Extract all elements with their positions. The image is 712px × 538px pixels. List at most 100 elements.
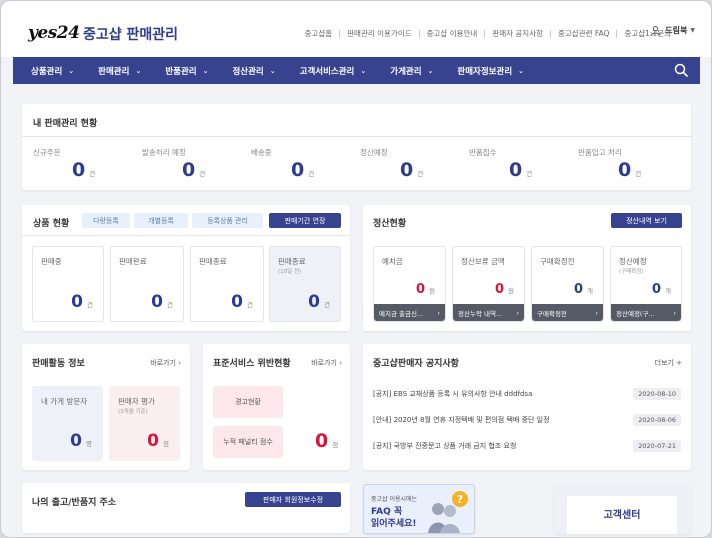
penalty-unit: 점 [332, 441, 339, 449]
shipping-address-panel: 나의 출고/반품지 주소 판매자 회원정보수정 [22, 483, 350, 533]
card-value: 0 [147, 431, 160, 451]
section-title: 중고샵판매자 공지사항 [373, 359, 459, 369]
seller-rating-card[interactable]: 판매자 평가 (3개월 기준) 0점 [109, 386, 180, 461]
card-value: 0 [415, 282, 426, 297]
stat-value: 0 [400, 159, 414, 181]
card-value: 0 [494, 282, 505, 297]
stat-label: 반품입고 처리 [578, 148, 622, 157]
chevron-right-icon: › [516, 308, 519, 317]
edit-seller-info-button[interactable]: 판매자 회원정보수정 [245, 492, 341, 507]
manage-products-button[interactable]: 등록상품 관리 [192, 213, 263, 228]
page-title[interactable]: 중고샵 판매관리 [83, 24, 178, 44]
nav-item-sales[interactable]: 판매관리 ⌄ [98, 65, 141, 77]
card-unit: 건 [247, 301, 253, 309]
nav-label: 판매자정보관리 [457, 66, 513, 77]
yes24-logo[interactable]: yes24 [28, 23, 80, 43]
pre-confirm-link[interactable]: 구매확정전 › [532, 304, 603, 321]
single-register-button[interactable]: 개별등록 [134, 213, 188, 228]
view-settlement-button[interactable]: 정산내역 보기 [611, 213, 682, 228]
product-card-ended[interactable]: 판매종료 0건 [190, 246, 264, 322]
nav-label: 고객서비스관리 [299, 66, 355, 77]
chevron-down-icon: ⌄ [135, 66, 142, 75]
bar-label: 구매확정전 [537, 309, 567, 318]
chevron-right-icon: › [595, 308, 598, 317]
notice-item[interactable]: [공지] EBS 교재상품 등록 시 유의사항 안내 dddfdsa 2020-0… [373, 388, 681, 400]
activity-shortcut-link[interactable]: 바로가기 › [150, 358, 181, 368]
nav-item-store[interactable]: 가게관리 ⌄ [390, 65, 433, 77]
stat-new-orders[interactable]: 0건 [72, 159, 95, 181]
faq-illustration-icon: ? [428, 491, 468, 533]
stat-unit: 건 [199, 170, 206, 178]
stat-in-delivery[interactable]: 0건 [291, 159, 314, 181]
section-title: 내 판매관리 현황 [33, 119, 98, 129]
card-label: 판매종료 [278, 257, 306, 266]
settlement-card-deposit[interactable]: 예치금 0원 예치금 출금신... › [373, 246, 446, 322]
card-sublabel: (10일 전) [278, 269, 302, 275]
card-label: 판매종료 [199, 257, 227, 266]
util-link-home[interactable]: 중고샵홈 [305, 28, 333, 39]
nav-label: 반품관리 [165, 66, 197, 77]
stat-shipping-scheduled[interactable]: 0건 [182, 159, 205, 181]
bulk-register-button[interactable]: 다량등록 [82, 213, 130, 228]
product-card-ending-soon[interactable]: 판매종료 (10일 전) 0건 [269, 246, 341, 322]
stat-label: 신규주문 [33, 148, 61, 157]
stat-label: 배송중 [251, 148, 272, 157]
product-card-on-sale[interactable]: 판매중 0건 [32, 246, 104, 322]
chevron-down-icon: ⌄ [68, 66, 75, 75]
search-icon[interactable] [674, 63, 688, 77]
customer-center-panel: 고객센터 [554, 484, 691, 534]
card-unit: 건 [167, 301, 173, 309]
main-nav: 상품관리 ⌄ 판매관리 ⌄ 반품관리 ⌄ 정산관리 ⌄ 고객서비스관리 ⌄ 가게관리 ⌄ 판… [13, 57, 700, 84]
util-link-guide[interactable]: 판매관리 이용가이드 [347, 28, 411, 39]
stat-return-received[interactable]: 0건 [509, 159, 532, 181]
notice-item[interactable]: [공지] 국방부 진중문고 상품 거래 금지 협조 요청 2020-07-21 [373, 440, 681, 452]
settlement-card-held[interactable]: 정산보류 금액 0원 정산누락 내역... › [452, 246, 525, 322]
more-label: 더보기 [654, 359, 674, 367]
settlement-card-scheduled[interactable]: 정산예정 (구매확정) 0개 정산예정(구... › [610, 246, 682, 322]
nav-item-returns[interactable]: 반품관리 ⌄ [165, 65, 208, 77]
settlement-card-pre-confirm[interactable]: 구매확정전 0개 구매확정전 › [531, 246, 604, 322]
app-window: yes24 중고샵 판매관리 중고샵홈 판매관리 이용가이드 중고샵 이용안내 … [0, 0, 712, 538]
product-card-sold[interactable]: 판매완료 0건 [110, 246, 184, 322]
scheduled-settlement-link[interactable]: 정산예정(구... › [611, 304, 681, 321]
card-value: 0 [231, 292, 244, 312]
card-unit: 건 [87, 301, 93, 309]
top-header: yes24 중고샵 판매관리 중고샵홈 판매관리 이용가이드 중고샵 이용안내 … [1, 1, 711, 57]
svg-text:?: ? [457, 493, 463, 506]
util-link-notice[interactable]: 판매자 공지사항 [492, 28, 543, 39]
card-value: 0 [151, 292, 164, 312]
store-visitors-card[interactable]: 내 가게 방문자 0명 [32, 386, 103, 461]
customer-center-box[interactable]: 고객센터 [567, 496, 677, 534]
nav-label: 상품관리 [31, 66, 63, 77]
util-link-faq[interactable]: 중고샵관련 FAQ [558, 28, 609, 39]
nav-item-settlement[interactable]: 정산관리 ⌄ [232, 65, 275, 77]
faq-banner[interactable]: 중고샵 이용시에는 FAQ 꼭 읽어주세요! ? [363, 484, 475, 534]
chevron-down-icon: ⌄ [427, 66, 434, 75]
card-unit: 개 [665, 287, 671, 295]
user-menu[interactable]: 드림북 ▼ [650, 25, 695, 36]
notice-more-link[interactable]: 더보기 + [655, 358, 682, 368]
stat-settlement-scheduled[interactable]: 0건 [400, 159, 423, 181]
card-label: 정산보류 금액 [461, 257, 505, 266]
nav-item-seller-info[interactable]: 판매자정보관리 ⌄ [457, 65, 524, 77]
shortcut-label: 바로가기 [150, 359, 176, 367]
util-link-info[interactable]: 중고샵 이용안내 [427, 28, 478, 39]
nav-item-customer-service[interactable]: 고객서비스관리 ⌄ [300, 65, 367, 77]
penalty-value: 0 [315, 430, 329, 452]
extend-sales-period-button[interactable]: 판매기간 연장 [269, 213, 341, 228]
penalty-points-box[interactable]: 누적 페널티 점수 [213, 426, 283, 458]
card-value: 0 [308, 292, 321, 312]
violation-shortcut-link[interactable]: 바로가기 › [311, 358, 342, 368]
notice-item[interactable]: [안내] 2020년 8월 연휴 지정택배 및 편의점 택배 중단 일정 2020… [373, 414, 681, 426]
card-value: 0 [651, 282, 662, 297]
utility-links: 중고샵홈 판매관리 이용가이드 중고샵 이용안내 판매자 공지사항 중고샵관련 … [305, 28, 671, 39]
missing-settlement-link[interactable]: 정산누락 내역... › [453, 304, 524, 321]
notice-text: [공지] EBS 교재상품 등록 시 유의사항 안내 dddfdsa [373, 390, 533, 398]
nav-item-products[interactable]: 상품관리 ⌄ [31, 65, 74, 77]
warning-status-box[interactable]: 경고현황 [213, 386, 283, 418]
section-title: 판매활동 정보 [32, 359, 85, 369]
stat-return-stock[interactable]: 0건 [618, 159, 641, 181]
deposit-withdraw-link[interactable]: 예치금 출금신... › [374, 304, 445, 321]
card-unit: 점 [163, 440, 169, 448]
card-value: 0 [71, 292, 84, 312]
